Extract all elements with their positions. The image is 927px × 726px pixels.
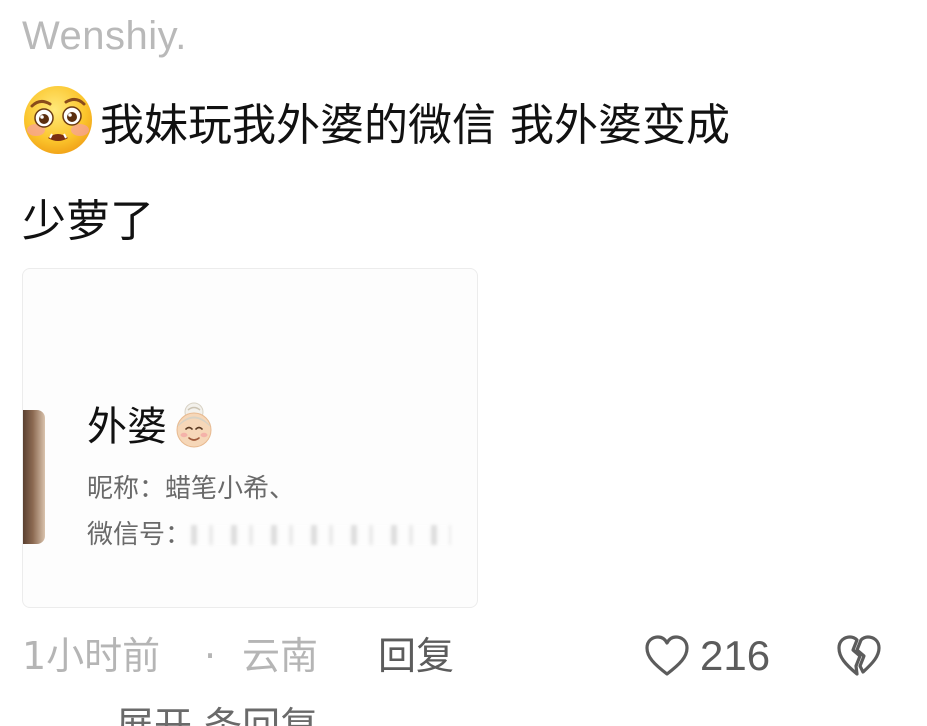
comment-meta-bar: 1小时前 · 云南 回复 216 [22,628,902,684]
broken-heart-icon[interactable] [836,634,882,678]
comment-content: 我妹玩我外婆的微信 我外婆变成 少萝了 [22,78,902,270]
comment-text-line2: 少萝了 [22,196,154,247]
reply-button[interactable]: 回复 [378,628,454,684]
like-count: 216 [700,632,771,679]
heart-outline-icon[interactable] [644,634,690,678]
expand-replies-partial[interactable]: 展开 条回复 [116,704,318,726]
pleading-face-emoji-icon [22,84,94,156]
comment-username[interactable]: Wenshiy. [22,12,187,60]
profile-avatar [23,410,45,544]
profile-wechat-id: 微信号： [87,515,452,555]
profile-nickname: 昵称：蜡笔小希、 [87,474,296,504]
older-woman-emoji-icon [169,400,219,450]
meta-separator: · [204,634,217,678]
profile-name: 外婆 [87,399,219,455]
wechat-profile-card-image[interactable]: 外婆 昵称：蜡笔小希、 微信号： [22,268,478,608]
comment-location: 云南 [242,634,319,678]
comment-text-line1: 我妹玩我外婆的微信 我外婆变成 [100,100,730,151]
wechat-id-redacted-mask [191,525,452,545]
profile-name-text: 外婆 [87,404,167,450]
comment-timestamp: 1小时前 [22,634,161,678]
profile-wechat-id-label: 微信号： [87,520,192,550]
